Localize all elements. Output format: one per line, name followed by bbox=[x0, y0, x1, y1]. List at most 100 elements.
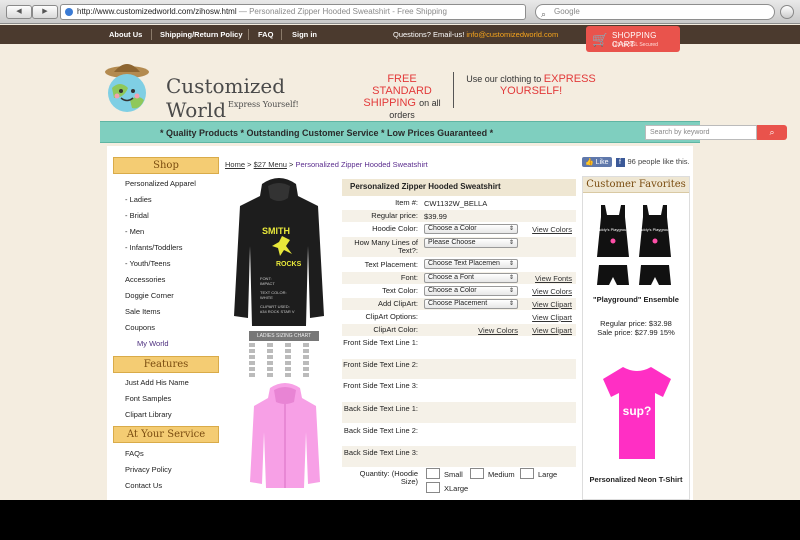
sidebar-item-ladies[interactable]: - Ladies bbox=[113, 192, 219, 208]
option-label: Text Color: bbox=[382, 286, 418, 295]
option-label: Font: bbox=[400, 273, 418, 282]
url-bar[interactable]: http://www.customizedworld.com/zihosw.ht… bbox=[60, 4, 526, 20]
select-arrow-icon: ⇕ bbox=[508, 288, 514, 294]
sidebar-item-men[interactable]: - Men bbox=[113, 224, 219, 240]
sidebar-item-just-add-name[interactable]: Just Add His Name bbox=[113, 375, 219, 391]
ssl-label: 128-bit SSL Secured bbox=[612, 42, 658, 48]
favorite-item-name[interactable]: "Playground" Ensemble bbox=[583, 295, 689, 304]
back-arrow-icon: ◀ bbox=[16, 8, 22, 15]
search-icon: ⌕ bbox=[541, 9, 547, 19]
select-value: Please Choose bbox=[428, 239, 476, 246]
sidebar-item-personalized-apparel[interactable]: Personalized Apparel bbox=[113, 176, 219, 192]
shipping-policy-link[interactable]: Shipping/Return Policy bbox=[160, 30, 243, 39]
sidebar-item-privacy[interactable]: Privacy Policy bbox=[113, 462, 219, 478]
front-text-line-2-row[interactable]: Front Side Text Line 2: bbox=[342, 359, 576, 379]
sidebar-item-font-samples[interactable]: Font Samples bbox=[113, 391, 219, 407]
item-number-row: Item #: CW1132W_BELLA bbox=[342, 199, 576, 209]
view-clipart-link[interactable]: View Clipart bbox=[532, 300, 572, 309]
facebook-like-button[interactable]: 👍 Like bbox=[582, 157, 612, 167]
view-fonts-link[interactable]: View Fonts bbox=[535, 274, 572, 283]
forward-button[interactable]: ▶ bbox=[32, 5, 58, 19]
front-text-line-1-row[interactable]: Front Side Text Line 1: bbox=[342, 338, 576, 358]
product-image-black-hoodie[interactable]: SMITH ROCKS FONT: IMPACT TEXT COLOR: WHI… bbox=[232, 176, 326, 328]
text-color-select[interactable]: Choose a Color ⇕ bbox=[424, 286, 518, 296]
neon-tshirt-image[interactable]: sup? bbox=[599, 363, 675, 463]
select-value: Choose a Color bbox=[428, 225, 477, 232]
sidebar-item-my-world[interactable]: My World bbox=[113, 336, 219, 352]
breadcrumb-home[interactable]: Home bbox=[225, 160, 245, 169]
select-arrow-icon: ⇕ bbox=[508, 240, 514, 246]
product-image-pink-hoodie[interactable] bbox=[248, 382, 322, 490]
sidebar-item-doggie-corner[interactable]: Doggie Corner bbox=[113, 288, 219, 304]
hoodie-note: IMPACT bbox=[260, 281, 275, 286]
keyword-search-button[interactable]: ⌕ bbox=[757, 125, 787, 140]
divider bbox=[248, 29, 249, 40]
view-clipart-link[interactable]: View Clipart bbox=[532, 326, 572, 335]
email-link[interactable]: info@customizedworld.com bbox=[466, 30, 558, 39]
back-button[interactable]: ◀ bbox=[6, 5, 32, 19]
site-logo[interactable]: Customized World Express Yourself! bbox=[100, 50, 330, 122]
sidebar-item-coupons[interactable]: Coupons bbox=[113, 320, 219, 336]
back-text-line-3-row[interactable]: Back Side Text Line 3: bbox=[342, 446, 576, 467]
sizing-chart-button[interactable]: LADIES SIZING CHART bbox=[249, 331, 319, 341]
browser-search-input[interactable]: ⌕ Google bbox=[535, 4, 775, 20]
option-label: Front Side Text Line 2: bbox=[343, 360, 418, 369]
sidebar-item-sale-items[interactable]: Sale Items bbox=[113, 304, 219, 320]
view-colors-link[interactable]: View Colors bbox=[532, 225, 572, 234]
option-label: How Many Lines of Text?: bbox=[354, 238, 418, 255]
playground-ensemble-image[interactable]: Daddy's Playground Daddy's Playground bbox=[591, 201, 683, 291]
site-top-bar: About Us Shipping/Return Policy FAQ Sign… bbox=[0, 25, 800, 44]
text-placement-select[interactable]: Choose Text Placemen ⇕ bbox=[424, 259, 518, 269]
hoodie-text-1: SMITH bbox=[262, 226, 290, 236]
divider bbox=[281, 29, 282, 40]
sidebar-item-infants[interactable]: - Infants/Toddlers bbox=[113, 240, 219, 256]
about-us-link[interactable]: About Us bbox=[109, 30, 142, 39]
front-text-line-3-row[interactable]: Front Side Text Line 3: bbox=[342, 380, 576, 401]
favorite-item-name[interactable]: Personalized Neon T-Shirt bbox=[583, 475, 689, 484]
font-select[interactable]: Choose a Font ⇕ bbox=[424, 273, 518, 283]
quantity-large-input[interactable] bbox=[520, 468, 534, 479]
sidebar-item-clipart-library[interactable]: Clipart Library bbox=[113, 407, 219, 423]
option-label: Front Side Text Line 3: bbox=[343, 381, 418, 390]
clipart-placement-select[interactable]: Choose Placement ⇕ bbox=[424, 299, 518, 309]
search-icon: ⌕ bbox=[769, 127, 775, 137]
shopping-cart-button[interactable]: 🛒 SHOPPING CART 128-bit SSL Secured bbox=[586, 26, 680, 52]
sidebar-item-faqs[interactable]: FAQs bbox=[113, 446, 219, 462]
forward-arrow-icon: ▶ bbox=[42, 8, 48, 15]
back-text-line-1-row[interactable]: Back Side Text Line 1: bbox=[342, 402, 576, 423]
view-colors-link[interactable]: View Colors bbox=[532, 287, 572, 296]
faq-link[interactable]: FAQ bbox=[258, 30, 273, 39]
regular-price-value: $39.99 bbox=[424, 212, 447, 221]
divider bbox=[151, 29, 152, 40]
quantity-xlarge-input[interactable] bbox=[426, 482, 440, 493]
sign-in-link[interactable]: Sign in bbox=[292, 30, 317, 39]
lines-of-text-select[interactable]: Please Choose ⇕ bbox=[424, 238, 518, 248]
option-label: Text Placement: bbox=[364, 260, 418, 269]
keyword-search-input[interactable]: Search by keyword bbox=[645, 125, 757, 140]
option-label: ClipArt Color: bbox=[373, 325, 418, 334]
sidebar-item-accessories[interactable]: Accessories bbox=[113, 272, 219, 288]
customer-favorites-heading: Customer Favorites bbox=[583, 177, 689, 193]
add-clipart-row: Add ClipArt: Choose Placement ⇕ View Clip… bbox=[342, 298, 576, 310]
select-arrow-icon: ⇕ bbox=[508, 226, 514, 232]
breadcrumb-menu[interactable]: $27 Menu bbox=[254, 160, 287, 169]
sidebar-item-contact[interactable]: Contact Us bbox=[113, 478, 219, 494]
quantity-medium-input[interactable] bbox=[470, 468, 484, 479]
shirt-text: Daddy's Playground bbox=[595, 227, 631, 232]
back-text-line-2-row[interactable]: Back Side Text Line 2: bbox=[342, 424, 576, 445]
view-clipart-link[interactable]: View Clipart bbox=[532, 313, 572, 322]
view-colors-link[interactable]: View Colors bbox=[478, 326, 518, 335]
toolbar-toggle-button[interactable] bbox=[780, 5, 794, 19]
hoodie-note: #34 ROCK STAR V bbox=[260, 309, 295, 314]
service-heading: At Your Service bbox=[113, 426, 219, 443]
sidebar-item-bridal[interactable]: - Bridal bbox=[113, 208, 219, 224]
quantity-small-input[interactable] bbox=[426, 468, 440, 479]
option-label: ClipArt Options: bbox=[365, 312, 418, 321]
favorite-regular-price: Regular price: $32.98 bbox=[600, 319, 672, 328]
hoodie-color-select[interactable]: Choose a Color ⇕ bbox=[424, 224, 518, 234]
option-label: Quantity: (Hoodie Size) bbox=[359, 469, 418, 486]
browser-search-placeholder: Google bbox=[554, 7, 580, 16]
sidebar-item-youth[interactable]: - Youth/Teens bbox=[113, 256, 219, 272]
features-heading: Features bbox=[113, 356, 219, 373]
customer-favorites: Customer Favorites Daddy's Playground Da… bbox=[582, 176, 690, 500]
